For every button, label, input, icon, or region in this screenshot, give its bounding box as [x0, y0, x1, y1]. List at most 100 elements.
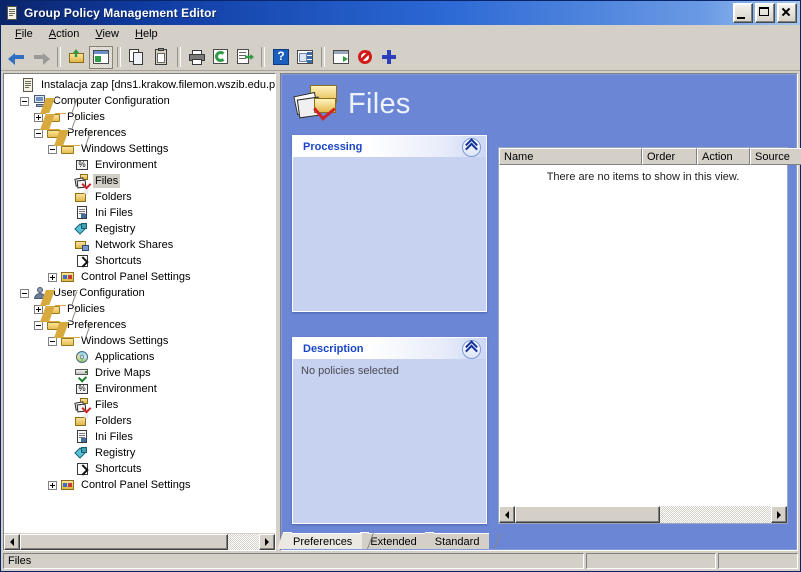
console-tree[interactable]: Instalacja zap [dns1.krakow.filemon.wszi…: [4, 74, 275, 533]
tree-item-label: Network Shares: [95, 239, 174, 251]
tree-item-preferences[interactable]: Preferences: [7, 125, 275, 141]
tree-item-environment[interactable]: % Environment: [7, 381, 275, 397]
collapse-minus-icon[interactable]: [20, 288, 29, 298]
tree-item-registry[interactable]: Registry: [7, 445, 275, 461]
tree-item-control-panel-settings[interactable]: Control Panel Settings: [7, 269, 275, 285]
up-one-level-button[interactable]: [65, 46, 89, 69]
gpme-window: Group Policy Management Editor File Acti…: [0, 0, 801, 572]
status-bar: Files: [1, 551, 800, 571]
tree-item-windows-settings[interactable]: Windows Settings: [7, 141, 275, 157]
properties-button[interactable]: [329, 46, 353, 69]
description-panel-body: No policies selected: [301, 365, 399, 377]
show-hide-action-pane-button[interactable]: [293, 46, 317, 69]
export-list-button[interactable]: [233, 46, 257, 69]
close-button[interactable]: [777, 3, 797, 23]
menu-file[interactable]: File: [7, 26, 41, 42]
collapse-minus-icon[interactable]: [20, 96, 29, 106]
disable-button[interactable]: [353, 46, 377, 69]
folders-icon: ✸: [74, 189, 90, 205]
listview-scroll-thumb[interactable]: [515, 506, 660, 523]
show-hide-console-tree-button[interactable]: [89, 45, 113, 69]
tree-scroll-track[interactable]: [228, 534, 259, 550]
tree-item-drive-maps[interactable]: Drive Maps: [7, 365, 275, 383]
double-chevron-up-icon[interactable]: [462, 138, 481, 157]
window-title: Group Policy Management Editor: [24, 6, 217, 20]
tree-item-ini-files[interactable]: Ini Files: [7, 205, 275, 221]
help-button[interactable]: ?: [269, 46, 293, 69]
tree-item-control-panel-settings[interactable]: Control Panel Settings: [7, 477, 275, 493]
refresh-icon: [211, 47, 231, 67]
listview-column-header-order[interactable]: Order: [642, 148, 697, 165]
toolbar-separator: [321, 47, 325, 67]
title-bar: Group Policy Management Editor: [1, 1, 800, 25]
expand-plus-icon[interactable]: [48, 480, 57, 490]
listview-scroll-track[interactable]: [660, 506, 771, 523]
properties-icon: [331, 47, 351, 67]
listview-column-header-name[interactable]: Name: [499, 148, 642, 165]
tree-scroll-right-button[interactable]: [259, 534, 275, 550]
export-list-icon: [235, 47, 255, 67]
new-item-button[interactable]: [377, 46, 401, 69]
paste-icon: [151, 47, 171, 67]
control-panel-settings-icon: [60, 477, 76, 493]
tab-preferences[interactable]: Preferences: [284, 533, 363, 549]
refresh-button[interactable]: [209, 46, 233, 69]
menu-view[interactable]: View: [87, 26, 127, 42]
tree-item-files[interactable]: Files: [7, 173, 275, 190]
copy-button[interactable]: [125, 46, 149, 69]
tree-scroll-left-button[interactable]: [4, 534, 20, 550]
tree-item-label: Preferences: [67, 127, 127, 139]
processing-panel-header: Processing: [293, 136, 486, 157]
minimize-button[interactable]: [733, 3, 753, 23]
forward-arrow-icon: [31, 47, 51, 67]
menu-action[interactable]: Action: [41, 26, 88, 42]
menu-help[interactable]: Help: [127, 26, 166, 42]
column-header-label: Order: [647, 150, 676, 163]
double-chevron-up-icon[interactable]: [462, 340, 481, 359]
tree-item-preferences[interactable]: Preferences: [7, 317, 275, 333]
tree-item-files[interactable]: Files: [7, 397, 275, 414]
menu-bar: File Action View Help: [1, 25, 800, 44]
tree-item-windows-settings[interactable]: Windows Settings: [7, 333, 275, 349]
tree-item-environment[interactable]: % Environment: [7, 157, 275, 173]
tree-item-network-shares[interactable]: Network Shares: [7, 237, 275, 253]
tab-standard[interactable]: Standard: [425, 533, 490, 549]
folder-icon: [60, 141, 80, 157]
console-tree-pane: Instalacja zap [dns1.krakow.filemon.wszi…: [3, 73, 276, 551]
console-tree-icon: [91, 47, 111, 67]
listview-scroll-left-button[interactable]: [499, 506, 515, 523]
tree-item-shortcuts[interactable]: Shortcuts: [7, 253, 275, 269]
tree-item-folders[interactable]: ✸ Folders: [7, 413, 275, 429]
tree-item-applications[interactable]: Applications: [7, 349, 275, 365]
listview-horizontal-scrollbar[interactable]: [499, 506, 787, 523]
tree-horizontal-scrollbar[interactable]: [4, 533, 275, 550]
listview-column-header-action[interactable]: Action: [697, 148, 750, 165]
tree-scroll-thumb[interactable]: [20, 534, 228, 550]
expand-plus-icon[interactable]: [48, 272, 57, 282]
processing-panel: Processing: [292, 135, 487, 312]
tree-item-label: Applications: [95, 351, 155, 363]
paste-button[interactable]: [149, 46, 173, 69]
print-button[interactable]: [185, 46, 209, 69]
preferences-listview[interactable]: Name Order Action Source There are no items…: [498, 147, 801, 524]
listview-scroll-right-button[interactable]: [771, 506, 787, 523]
tree-item-instalacja-zap-dns1-krakow-filemon-wszib-edu-pl[interactable]: Instalacja zap [dns1.krakow.filemon.wszi…: [7, 77, 275, 93]
tree-item-folders[interactable]: ✸ Folders: [7, 189, 275, 205]
files-icon: [74, 173, 92, 190]
back-button[interactable]: [5, 46, 29, 69]
tree-item-shortcuts[interactable]: Shortcuts: [7, 461, 275, 477]
listview-column-header-source[interactable]: Source: [750, 148, 801, 165]
forward-button[interactable]: [29, 46, 53, 69]
tree-item-ini-files[interactable]: Ini Files: [7, 429, 275, 445]
tree-item-registry[interactable]: Registry: [7, 221, 275, 237]
listview-body[interactable]: There are no items to show in this view.: [499, 165, 787, 506]
maximize-button[interactable]: [755, 3, 775, 23]
toolbar-separator: [117, 47, 121, 67]
console-root-icon: [20, 77, 36, 93]
